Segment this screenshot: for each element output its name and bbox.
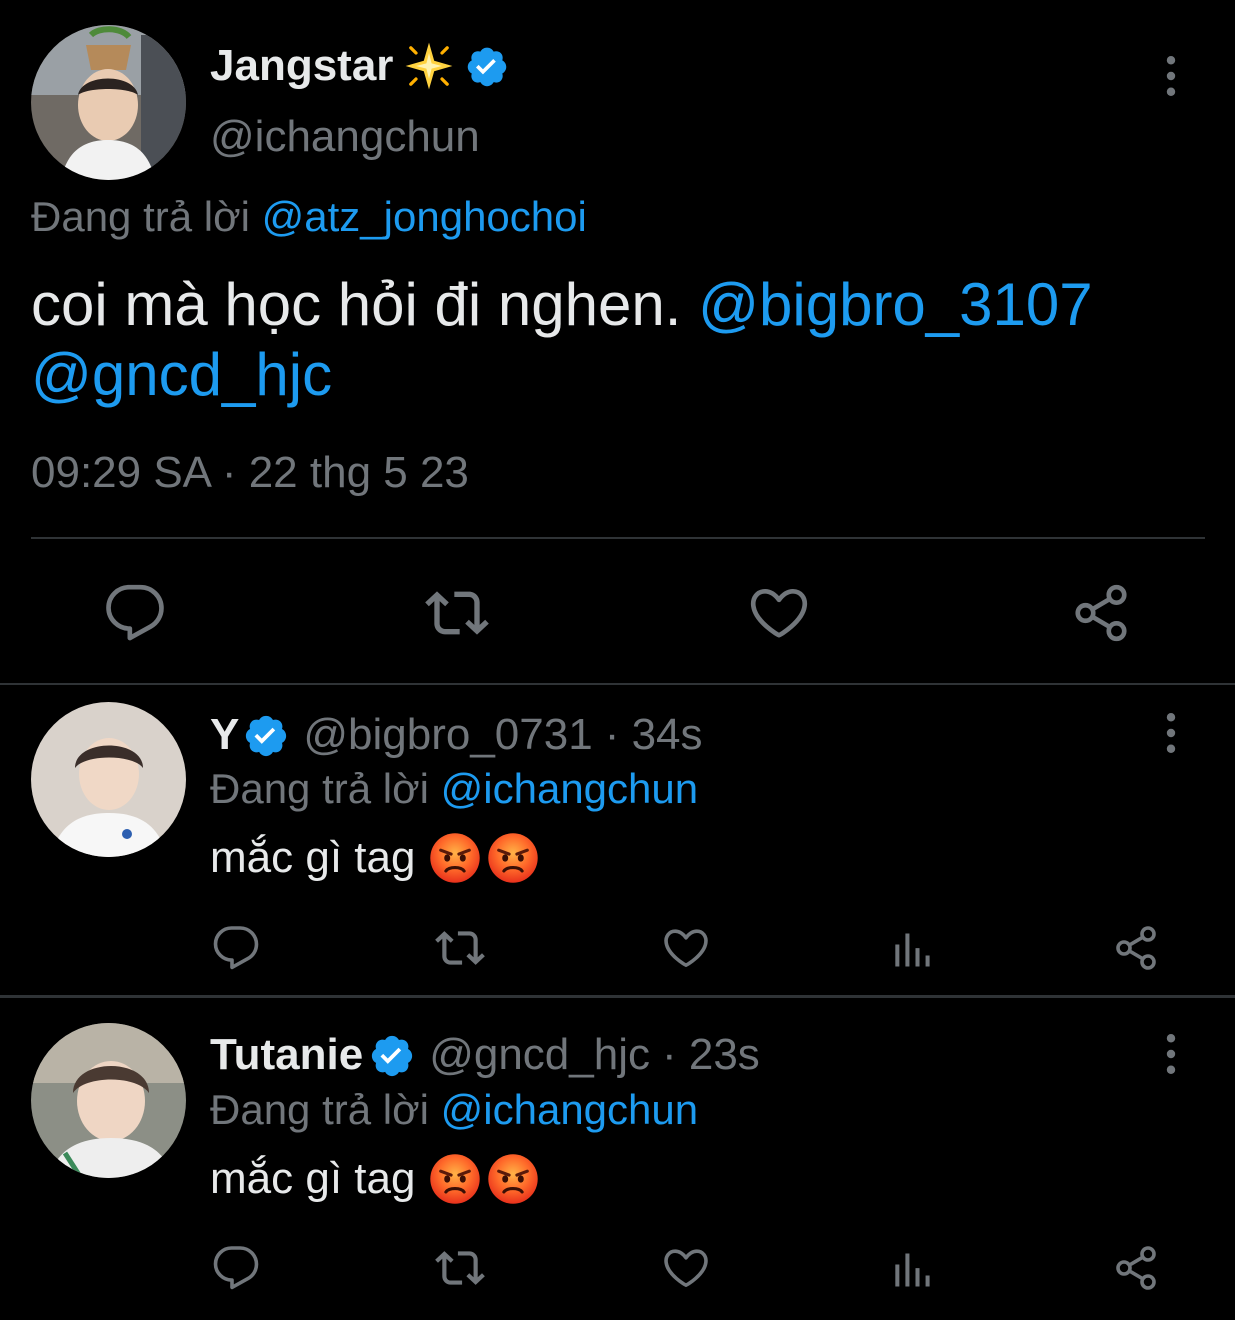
- share-button[interactable]: [1110, 1242, 1162, 1294]
- views-icon: [890, 1248, 934, 1292]
- reply-icon: [104, 582, 166, 644]
- retweet-button[interactable]: [422, 578, 492, 648]
- views-icon: [890, 928, 934, 972]
- reply-icon: [212, 924, 260, 972]
- replying-to-link[interactable]: @ichangchun: [441, 1086, 698, 1133]
- more-options-icon[interactable]: [1158, 55, 1184, 97]
- replying-to-line: Đang trả lời @ichangchun: [210, 1086, 698, 1134]
- reply-header: Tutanie @gncd_hjc · 23s: [210, 1030, 760, 1080]
- reply-body: mắc gì tag: [210, 833, 416, 882]
- handle[interactable]: @bigbro_0731: [303, 710, 592, 760]
- replying-to-link[interactable]: @atz_jonghochoi: [262, 193, 587, 240]
- like-button[interactable]: [744, 578, 814, 648]
- reply-text: mắc gì tag: [210, 832, 539, 884]
- share-icon: [1070, 582, 1132, 644]
- tweet-text: coi mà học hỏi đi nghen. @bigbro_3107 @g…: [31, 270, 1211, 410]
- retweet-icon: [425, 581, 489, 645]
- retweet-icon: [435, 1243, 485, 1293]
- like-icon: [748, 582, 810, 644]
- like-button[interactable]: [660, 922, 712, 974]
- main-handle[interactable]: @ichangchun: [210, 112, 480, 162]
- replying-prefix: Đang trả lời: [31, 193, 250, 240]
- more-options-icon[interactable]: [1158, 712, 1184, 754]
- reply-text: mắc gì tag: [210, 1153, 539, 1205]
- like-icon: [662, 924, 710, 972]
- like-icon: [662, 1244, 710, 1292]
- more-options-icon[interactable]: [1158, 1033, 1184, 1075]
- mention-link[interactable]: @bigbro_3107: [698, 271, 1093, 338]
- relative-time[interactable]: · 34s: [605, 710, 703, 760]
- replying-to-line: Đang trả lời @ichangchun: [210, 765, 698, 813]
- reply-button[interactable]: [210, 1242, 262, 1294]
- replying-prefix: Đang trả lời: [210, 765, 429, 812]
- verified-badge-icon: [369, 1032, 415, 1078]
- mention-link[interactable]: @gncd_hjc: [31, 341, 332, 408]
- share-icon: [1112, 1244, 1160, 1292]
- angry-face-icon: [429, 832, 481, 884]
- reply-avatar[interactable]: [31, 1023, 186, 1178]
- reply-icon: [212, 1244, 260, 1292]
- handle[interactable]: @gncd_hjc: [429, 1030, 650, 1080]
- divider: [31, 537, 1205, 539]
- reply-header: Y @bigbro_0731 · 34s: [210, 710, 703, 760]
- divider: [0, 683, 1235, 685]
- retweet-icon: [435, 923, 485, 973]
- angry-face-icon: [429, 1153, 481, 1205]
- display-name[interactable]: Jangstar: [210, 41, 393, 91]
- retweet-button[interactable]: [434, 922, 486, 974]
- replying-to-link[interactable]: @ichangchun: [441, 765, 698, 812]
- replying-to-line: Đang trả lời @atz_jonghochoi: [31, 193, 587, 241]
- reply-button[interactable]: [100, 578, 170, 648]
- divider: [0, 995, 1235, 998]
- retweet-button[interactable]: [434, 1242, 486, 1294]
- share-button[interactable]: [1110, 922, 1162, 974]
- sparkle-icon: [403, 40, 455, 92]
- verified-badge-icon: [465, 44, 509, 88]
- share-icon: [1112, 924, 1160, 972]
- display-name[interactable]: Tutanie: [210, 1030, 363, 1080]
- angry-face-icon: [487, 1153, 539, 1205]
- reply-avatar[interactable]: [31, 702, 186, 857]
- main-avatar[interactable]: [31, 25, 186, 180]
- views-button[interactable]: [886, 1244, 938, 1296]
- share-button[interactable]: [1066, 578, 1136, 648]
- views-button[interactable]: [886, 924, 938, 976]
- tweet-timestamp[interactable]: 09:29 SA · 22 thg 5 23: [31, 448, 469, 498]
- relative-time[interactable]: · 23s: [662, 1030, 760, 1080]
- reply-body: mắc gì tag: [210, 1154, 416, 1203]
- reply-button[interactable]: [210, 922, 262, 974]
- verified-badge-icon: [243, 712, 289, 758]
- like-button[interactable]: [660, 1242, 712, 1294]
- tweet-body: coi mà học hỏi đi nghen.: [31, 271, 682, 338]
- display-name[interactable]: Y: [210, 710, 239, 760]
- angry-face-icon: [487, 832, 539, 884]
- main-display-name-row[interactable]: Jangstar: [210, 40, 509, 92]
- replying-prefix: Đang trả lời: [210, 1086, 429, 1133]
